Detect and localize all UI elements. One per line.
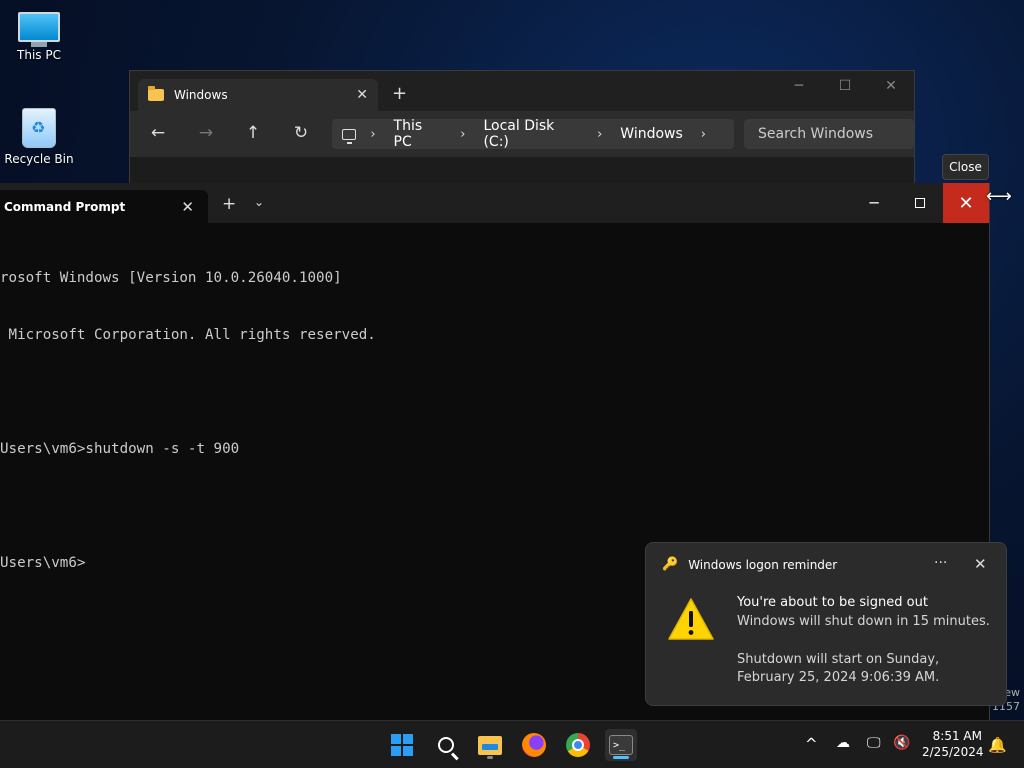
maximize-icon [915,198,925,208]
chevron-right-icon[interactable]: › [460,127,465,142]
console-line: Users\vm6>shutdown -s -t 900 [0,441,240,457]
network-icon[interactable]: 🖵 [867,735,881,751]
taskbar-file-explorer[interactable] [474,729,506,761]
maximize-button[interactable]: ☐ [822,71,868,101]
recycle-bin-icon: ♻ [22,108,56,148]
desktop-icon-recycle-bin[interactable]: ♻ Recycle Bin [3,108,75,166]
more-options-icon[interactable]: ··· [934,555,947,571]
desktop-icon-label: Recycle Bin [4,152,74,166]
cloud-offline-icon[interactable]: ☁ [836,735,850,751]
breadcrumb-local-disk[interactable]: Local Disk (C:) [483,118,579,150]
terminal-tab-title: Command Prompt [4,199,126,214]
taskbar: >_ ^ ☁ 🖵 🔇 8:51 AM 2/25/2024 🔔 [0,720,1024,768]
taskbar-terminal[interactable]: >_ [605,729,637,761]
search-input[interactable]: Search Windows [744,119,914,149]
notification-title: You're about to be signed out [737,595,928,610]
system-clock[interactable]: 8:51 AM 2/25/2024 [922,728,984,760]
address-bar[interactable]: › This PC › Local Disk (C:) › Windows › [332,118,734,150]
terminal-icon: >_ [609,735,633,755]
console-line: Microsoft Corporation. All rights reserv… [0,327,376,343]
close-button[interactable]: ✕ [943,183,989,223]
taskbar-search-button[interactable] [430,729,462,761]
clock-time: 8:51 AM [932,729,982,743]
chevron-right-icon[interactable]: › [597,127,602,142]
key-icon: 🔑 [662,557,679,572]
warning-icon [668,598,714,640]
minimize-button[interactable]: ─ [851,183,897,223]
back-arrow-icon[interactable]: ← [146,123,170,143]
console-line: rosoft Windows [Version 10.0.26040.1000] [0,270,342,286]
firefox-icon [522,733,546,757]
explorer-navigation-bar: ← → ↑ ↻ › This PC › Local Disk (C:) › Wi… [130,111,914,157]
monitor-icon [18,12,60,47]
chevron-right-icon[interactable]: › [370,127,375,142]
resize-cursor-icon: ⟷ [986,186,1012,207]
notification-bell-icon[interactable]: 🔔 [988,736,1007,754]
desktop-icon-this-pc[interactable]: This PC [3,12,75,62]
terminal-tab[interactable]: Command Prompt ✕ [0,190,208,223]
explorer-tab[interactable]: Windows ✕ [138,79,378,111]
new-tab-button[interactable]: + [392,83,407,104]
notification-toast[interactable]: 🔑 Windows logon reminder ··· ✕ You're ab… [645,542,1007,706]
search-icon [438,737,454,753]
terminal-title-bar: Command Prompt ✕ + ⌄ ─ ✕ [0,183,989,223]
running-indicator [487,756,493,759]
volume-muted-icon[interactable]: 🔇 [893,735,910,751]
close-tooltip: Close [942,154,989,180]
console-output[interactable]: rosoft Windows [Version 10.0.26040.1000]… [0,231,376,611]
terminal-window-controls: ─ ✕ [851,183,989,223]
close-notification-icon[interactable]: ✕ [974,555,987,573]
chevron-down-icon[interactable]: ⌄ [254,195,264,209]
notification-body: Windows will shut down in 15 minutes. [737,614,990,629]
chevron-right-icon[interactable]: › [701,127,706,142]
folder-icon [148,86,164,101]
close-button[interactable]: ✕ [868,71,914,101]
taskbar-firefox[interactable] [518,729,550,761]
new-tab-button[interactable]: + [222,194,236,214]
folder-icon [478,735,502,755]
desktop-icon-label: This PC [17,48,61,62]
computer-icon [342,128,357,144]
notification-header: 🔑 Windows logon reminder [662,557,837,572]
explorer-tab-title: Windows [174,88,228,102]
explorer-window-controls: ─ ☐ ✕ [776,71,914,101]
refresh-icon[interactable]: ↻ [289,123,313,143]
active-indicator [613,756,629,759]
close-tab-icon[interactable]: ✕ [356,87,368,103]
minimize-button[interactable]: ─ [776,71,822,101]
notification-app-name: Windows logon reminder [688,557,838,572]
chevron-up-icon[interactable]: ^ [805,735,818,753]
start-button[interactable] [386,729,418,761]
notification-detail: Shutdown will start on Sunday, February … [737,652,940,685]
maximize-button[interactable] [897,183,943,223]
forward-arrow-icon[interactable]: → [194,123,218,143]
breadcrumb-windows[interactable]: Windows [620,126,683,142]
chrome-icon [566,733,590,757]
windows-logo-icon [391,734,413,756]
clock-date: 2/25/2024 [922,745,984,759]
close-tab-icon[interactable]: ✕ [181,198,194,216]
up-arrow-icon[interactable]: ↑ [241,123,265,143]
breadcrumb-this-pc[interactable]: This PC [394,118,443,150]
taskbar-chrome[interactable] [562,729,594,761]
console-prompt: Users\vm6> [0,555,86,571]
